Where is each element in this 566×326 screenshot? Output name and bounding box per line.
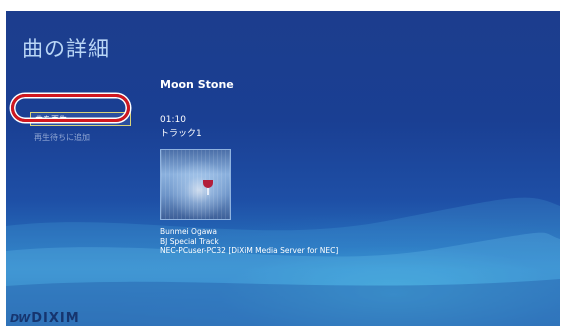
wine-glass-stem [207, 188, 209, 195]
track-duration: 01:10 [160, 115, 186, 125]
add-to-queue-item[interactable]: 再生待ちに追加 [34, 132, 90, 143]
artist-name: Bunmei Ogawa [160, 227, 218, 236]
brand-mark-icon: DW [10, 312, 30, 325]
album-art-texture [161, 150, 230, 219]
album-art-image [160, 149, 231, 220]
track-info: Bunmei Ogawa BJ Special Track NEC-PCuser… [160, 227, 338, 256]
dixim-logo: DW DIXIM [10, 311, 80, 326]
media-player-screen: 曲の詳細 Moon Stone 曲を再生 再生待ちに追加 01:10 トラック1… [6, 11, 560, 326]
album-name: BJ Special Track [160, 236, 219, 246]
track-number: トラック1 [160, 129, 202, 139]
track-title: Moon Stone [160, 78, 234, 91]
play-song-button[interactable]: 曲を再生 [30, 112, 131, 126]
brand-name: DIXIM [31, 311, 80, 326]
media-server-name: NEC-PCuser-PC32 [DiXiM Media Server for … [160, 246, 339, 255]
page-title: 曲の詳細 [22, 37, 110, 61]
